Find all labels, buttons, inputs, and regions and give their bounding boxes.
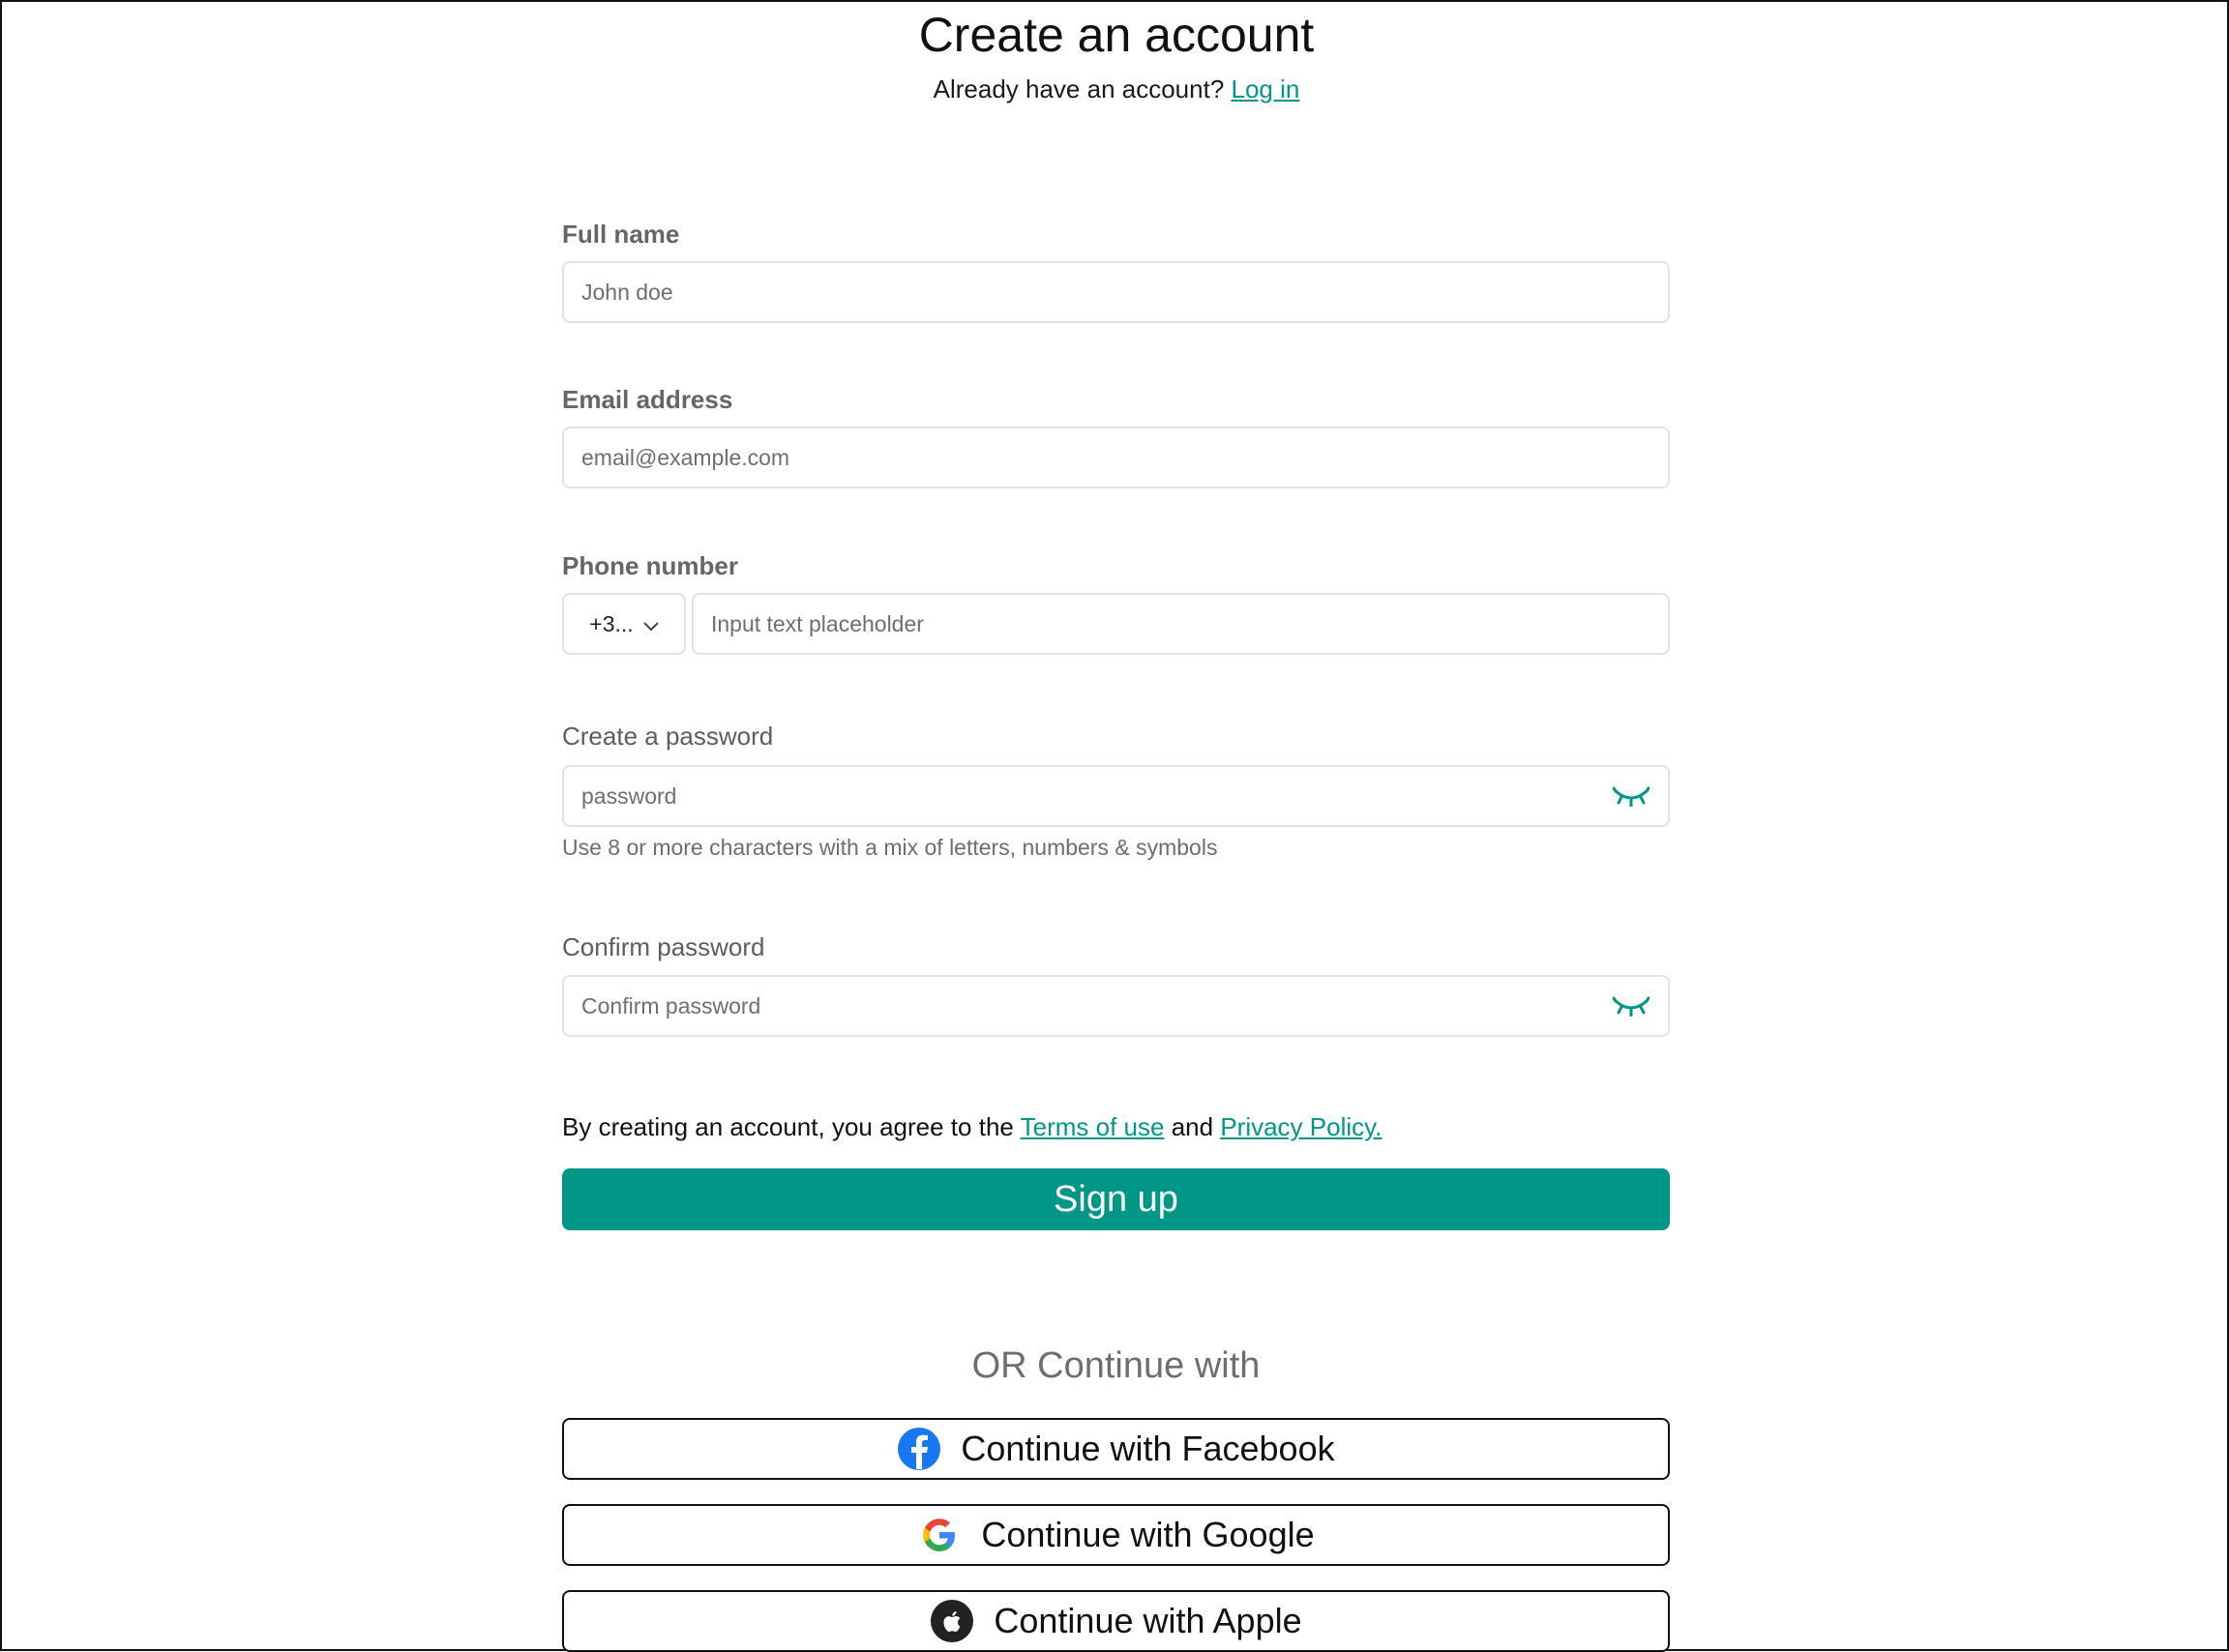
facebook-button[interactable]: Continue with Facebook — [562, 1418, 1670, 1480]
login-prompt: Already have an account? Log in — [2, 72, 2229, 106]
login-link[interactable]: Log in — [1232, 74, 1300, 103]
email-placeholder: email@example.com — [581, 444, 790, 470]
confirm-password-placeholder: Confirm password — [581, 992, 761, 1018]
google-button[interactable]: Continue with Google — [562, 1504, 1670, 1566]
confirm-password-label: Confirm password — [562, 932, 765, 961]
terms-prefix: By creating an account, you agree to the — [562, 1112, 1014, 1141]
country-code-select[interactable]: +3... — [562, 593, 686, 655]
country-code-value: +3... — [589, 610, 634, 636]
confirm-password-input[interactable]: Confirm password — [562, 975, 1670, 1037]
password-placeholder: password — [581, 782, 677, 809]
terms-text: By creating an account, you agree to the… — [562, 1110, 1382, 1143]
phone-placeholder: Input text placeholder — [711, 610, 924, 636]
password-hint: Use 8 or more characters with a mix of l… — [562, 835, 1218, 860]
page-title: Create an account — [918, 8, 1315, 62]
login-prompt-text: Already have an account? — [933, 74, 1225, 103]
eye-closed-icon[interactable] — [1612, 993, 1650, 1018]
terms-and: and — [1171, 1112, 1214, 1141]
email-label: Email address — [562, 385, 733, 414]
signup-button[interactable]: Sign up — [562, 1168, 1670, 1230]
apple-icon — [930, 1599, 974, 1643]
google-label: Continue with Google — [981, 1515, 1315, 1554]
password-input[interactable]: password — [562, 765, 1670, 827]
eye-closed-icon[interactable] — [1612, 783, 1650, 809]
terms-of-use-link[interactable]: Terms of use — [1021, 1112, 1165, 1141]
facebook-icon — [897, 1427, 941, 1471]
facebook-label: Continue with Facebook — [961, 1429, 1335, 1468]
full-name-label: Full name — [562, 220, 680, 249]
email-input[interactable]: email@example.com — [562, 427, 1670, 488]
apple-label: Continue with Apple — [994, 1601, 1302, 1640]
apple-button[interactable]: Continue with Apple — [562, 1590, 1670, 1652]
google-icon — [917, 1513, 962, 1557]
chevron-down-icon — [642, 611, 659, 637]
password-label: Create a password — [562, 722, 774, 751]
full-name-placeholder: John doe — [581, 279, 673, 305]
full-name-input[interactable]: John doe — [562, 261, 1670, 323]
phone-label: Phone number — [562, 551, 739, 580]
privacy-policy-link[interactable]: Privacy Policy. — [1220, 1112, 1382, 1141]
page-frame: Create an account Already have an accoun… — [0, 0, 2229, 1652]
phone-input[interactable]: Input text placeholder — [692, 593, 1670, 655]
social-divider: OR Continue with — [971, 1345, 1261, 1386]
